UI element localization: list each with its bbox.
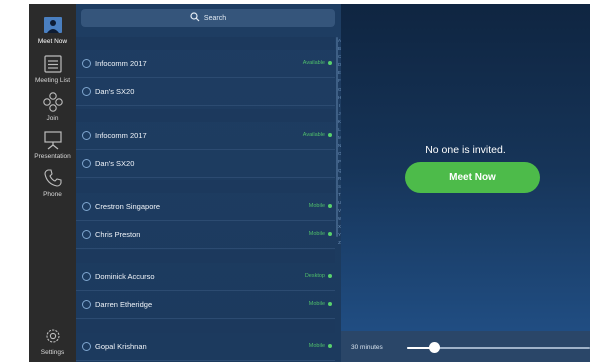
select-radio[interactable] — [82, 230, 91, 239]
gear-icon — [42, 326, 64, 346]
contact-name: Dominick Accurso — [95, 272, 155, 281]
meet-now-icon — [42, 15, 64, 35]
status-dot — [328, 232, 332, 236]
presentation-icon — [42, 130, 64, 150]
nav-settings[interactable]: Settings — [29, 326, 76, 356]
contact-name: Gopal Krishnan — [95, 342, 147, 351]
contact-name: Infocomm 2017 — [95, 131, 147, 140]
select-radio[interactable] — [82, 272, 91, 281]
section-header — [76, 37, 335, 50]
section-header — [76, 250, 335, 263]
contacts-panel: Search Infocomm 2017 Available Dan's SX2… — [76, 4, 341, 362]
select-radio[interactable] — [82, 300, 91, 309]
search-icon — [190, 9, 200, 27]
contact-row[interactable]: Gopal Krishnan Mobile — [76, 333, 335, 361]
section-header — [76, 180, 335, 193]
nav-join[interactable]: Join — [29, 92, 76, 122]
contact-status: Available — [302, 60, 325, 66]
phone-icon — [42, 168, 64, 188]
contact-row[interactable]: Dominick Accurso Desktop — [76, 263, 335, 291]
contact-status: Mobile — [308, 231, 325, 237]
nav-meet-now[interactable]: Meet Now — [29, 15, 76, 45]
app-window: Meet Now Meeting List Join Presentation … — [29, 4, 590, 362]
nav-phone[interactable]: Phone — [29, 168, 76, 198]
contact-status: Mobile — [308, 301, 325, 307]
status-dot — [328, 344, 332, 348]
contact-row[interactable]: Infocomm 2017 Available — [76, 50, 335, 78]
meeting-panel: No one is invited. Meet Now 30 minutes — [341, 4, 590, 362]
section-header — [76, 320, 335, 333]
contact-row[interactable]: Infocomm 2017 Available — [76, 122, 335, 150]
select-radio[interactable] — [82, 342, 91, 351]
contact-row[interactable]: Chris Preston Mobile — [76, 221, 335, 249]
status-dot — [328, 274, 332, 278]
status-dot — [328, 204, 332, 208]
join-icon — [42, 92, 64, 112]
nav-phone-label: Phone — [43, 191, 62, 198]
search-label: Search — [203, 14, 227, 22]
nav-presentation[interactable]: Presentation — [29, 130, 76, 160]
contact-name: Infocomm 2017 — [95, 59, 147, 68]
select-radio[interactable] — [82, 59, 91, 68]
nav-settings-label: Settings — [40, 349, 65, 356]
select-radio[interactable] — [82, 131, 91, 140]
status-dot — [328, 302, 332, 306]
contact-row[interactable]: Dan's SX20 — [76, 78, 335, 106]
contact-name: Crestron Singapore — [95, 202, 161, 211]
nav-join-label: Join — [46, 115, 59, 122]
duration-bar: 30 minutes — [341, 331, 590, 362]
nav-presentation-label: Presentation — [34, 153, 71, 160]
nav-meeting-list-label: Meeting List — [34, 77, 71, 84]
search-bar[interactable]: Search — [81, 9, 335, 27]
status-dot — [328, 61, 332, 65]
contact-status: Available — [302, 132, 325, 138]
meet-now-button[interactable]: Meet Now — [405, 162, 540, 193]
side-nav: Meet Now Meeting List Join Presentation … — [29, 4, 76, 362]
duration-label: 30 minutes — [351, 344, 383, 351]
nav-meet-now-label: Meet Now — [37, 38, 68, 45]
contact-row[interactable]: Darren Etheridge Mobile — [76, 291, 335, 319]
contact-row[interactable]: Crestron Singapore Mobile — [76, 193, 335, 221]
section-header — [76, 109, 335, 122]
status-dot — [328, 133, 332, 137]
contact-name: Dan's SX20 — [95, 87, 135, 96]
select-radio[interactable] — [82, 159, 91, 168]
meeting-list-icon — [42, 54, 64, 74]
duration-slider-thumb[interactable] — [429, 342, 441, 353]
select-radio[interactable] — [82, 87, 91, 96]
select-radio[interactable] — [82, 202, 91, 211]
nav-meeting-list[interactable]: Meeting List — [29, 54, 76, 84]
contact-status: Mobile — [308, 343, 325, 349]
contact-name: Dan's SX20 — [95, 159, 135, 168]
empty-invite-message: No one is invited. — [425, 144, 506, 156]
contact-status: Desktop — [304, 273, 325, 279]
contact-row[interactable]: Dan's SX20 — [76, 150, 335, 178]
contact-name: Darren Etheridge — [95, 300, 153, 309]
contact-name: Chris Preston — [95, 230, 141, 239]
contact-status: Mobile — [308, 203, 325, 209]
